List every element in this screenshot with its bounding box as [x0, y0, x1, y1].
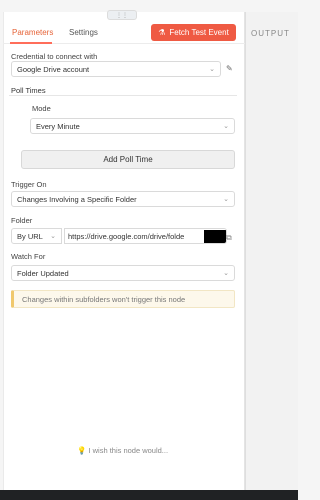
folder-mode-select[interactable]: By URL ⌄	[11, 228, 62, 244]
watch-for-value: Folder Updated	[17, 268, 69, 278]
fetch-test-event-label: Fetch Test Event	[169, 28, 229, 37]
folder-label: Folder	[11, 216, 33, 225]
trigger-on-label: Trigger On	[11, 180, 47, 189]
external-link-icon[interactable]: ⧉	[226, 233, 232, 243]
tab-settings[interactable]: Settings	[69, 28, 98, 37]
wish-link[interactable]: 💡 I wish this node would...	[77, 446, 168, 455]
section-divider	[9, 95, 237, 96]
folder-url-input[interactable]: https://drive.google.com/drive/folde	[64, 228, 227, 244]
watch-for-label: Watch For	[11, 252, 46, 261]
add-poll-time-button[interactable]: Add Poll Time	[21, 150, 235, 169]
notice-text: Changes within subfolders won't trigger …	[22, 294, 186, 304]
taskbar	[0, 490, 298, 500]
output-label: OUTPUT	[251, 29, 290, 38]
credential-value: Google Drive account	[17, 64, 90, 74]
active-tab-indicator	[10, 42, 52, 44]
wish-text: I wish this node would...	[88, 446, 169, 455]
mode-value: Every Minute	[36, 121, 80, 131]
flask-icon: ⚗	[158, 28, 166, 37]
pencil-icon[interactable]: ✎	[226, 64, 233, 73]
chevron-down-icon: ⌄	[209, 66, 215, 73]
trigger-on-value: Changes Involving a Specific Folder	[17, 194, 137, 204]
chevron-down-icon: ⌄	[223, 123, 229, 130]
subfolder-notice: Changes within subfolders won't trigger …	[11, 290, 235, 308]
chevron-down-icon: ⌄	[223, 270, 229, 277]
redaction-block	[204, 230, 226, 243]
chevron-down-icon: ⌄	[50, 233, 56, 240]
poll-times-label: Poll Times	[11, 86, 46, 95]
chevron-down-icon: ⌄	[223, 196, 229, 203]
mode-label: Mode	[32, 104, 51, 113]
folder-url-group: By URL ⌄ https://drive.google.com/drive/…	[11, 228, 237, 244]
drag-handle-icon[interactable]: ⋮⋮	[107, 10, 137, 20]
lightbulb-icon: 💡	[77, 446, 87, 455]
watch-for-select[interactable]: Folder Updated ⌄	[11, 265, 235, 281]
output-panel	[245, 12, 298, 490]
mode-select[interactable]: Every Minute ⌄	[30, 118, 235, 134]
fetch-test-event-button[interactable]: ⚗ Fetch Test Event	[151, 24, 236, 41]
credential-label: Credential to connect with	[11, 52, 98, 61]
trigger-on-select[interactable]: Changes Involving a Specific Folder ⌄	[11, 191, 235, 207]
folder-url-value: https://drive.google.com/drive/folde	[68, 231, 185, 241]
parameters-panel	[3, 12, 245, 490]
credential-select[interactable]: Google Drive account ⌄	[11, 61, 221, 77]
tab-parameters[interactable]: Parameters	[12, 28, 53, 37]
folder-mode-value: By URL	[17, 231, 43, 241]
